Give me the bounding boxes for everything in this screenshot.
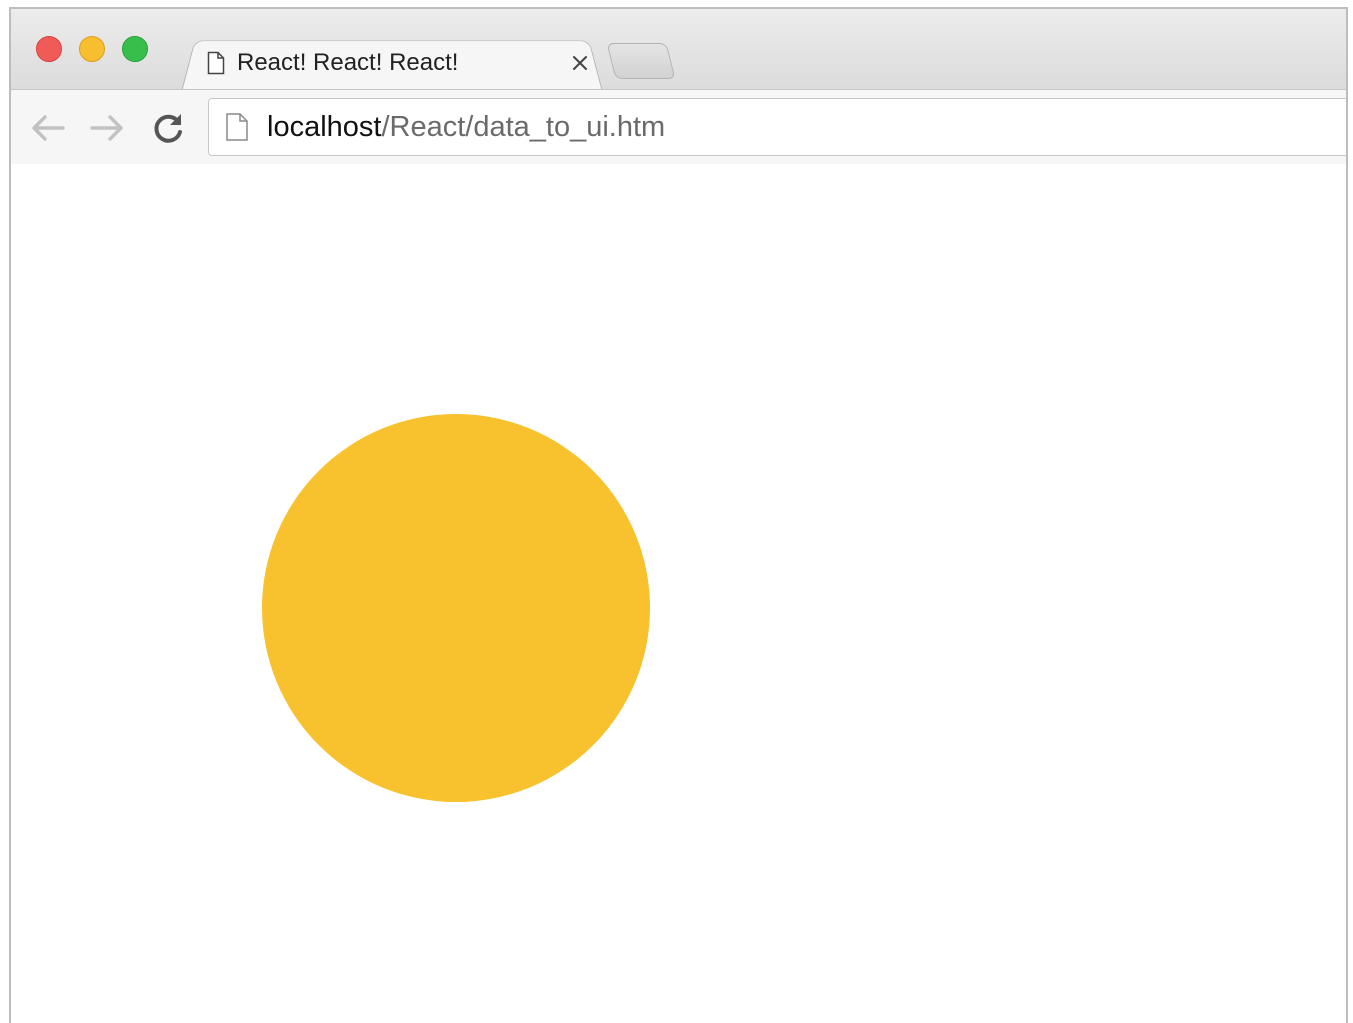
browser-window: React! React! React! localhost/React/dat… [9, 7, 1348, 1023]
circle [262, 414, 650, 802]
url-text[interactable]: localhost/React/data_to_ui.htm [267, 111, 665, 144]
tab-title: React! React! React! [237, 49, 459, 76]
reload-icon[interactable] [149, 108, 189, 148]
arrow-right-icon[interactable] [87, 108, 127, 148]
page-icon [226, 113, 248, 141]
title-bar: React! React! React! [11, 9, 1346, 92]
url-path: /React/data_to_ui.htm [381, 110, 666, 143]
close-window-icon[interactable] [36, 36, 62, 62]
arrow-left-icon[interactable] [28, 108, 68, 148]
address-bar[interactable]: localhost/React/data_to_ui.htm [208, 98, 1346, 156]
tab-active[interactable]: React! React! React! [207, 41, 597, 85]
maximize-window-icon[interactable] [122, 36, 148, 62]
page-icon [207, 51, 225, 75]
new-tab-button[interactable] [606, 43, 676, 79]
toolbar: localhost/React/data_to_ui.htm [11, 89, 1346, 165]
page-viewport [11, 164, 1346, 1023]
url-host: localhost [267, 110, 382, 143]
close-icon[interactable] [567, 50, 593, 76]
minimize-window-icon[interactable] [79, 36, 105, 62]
